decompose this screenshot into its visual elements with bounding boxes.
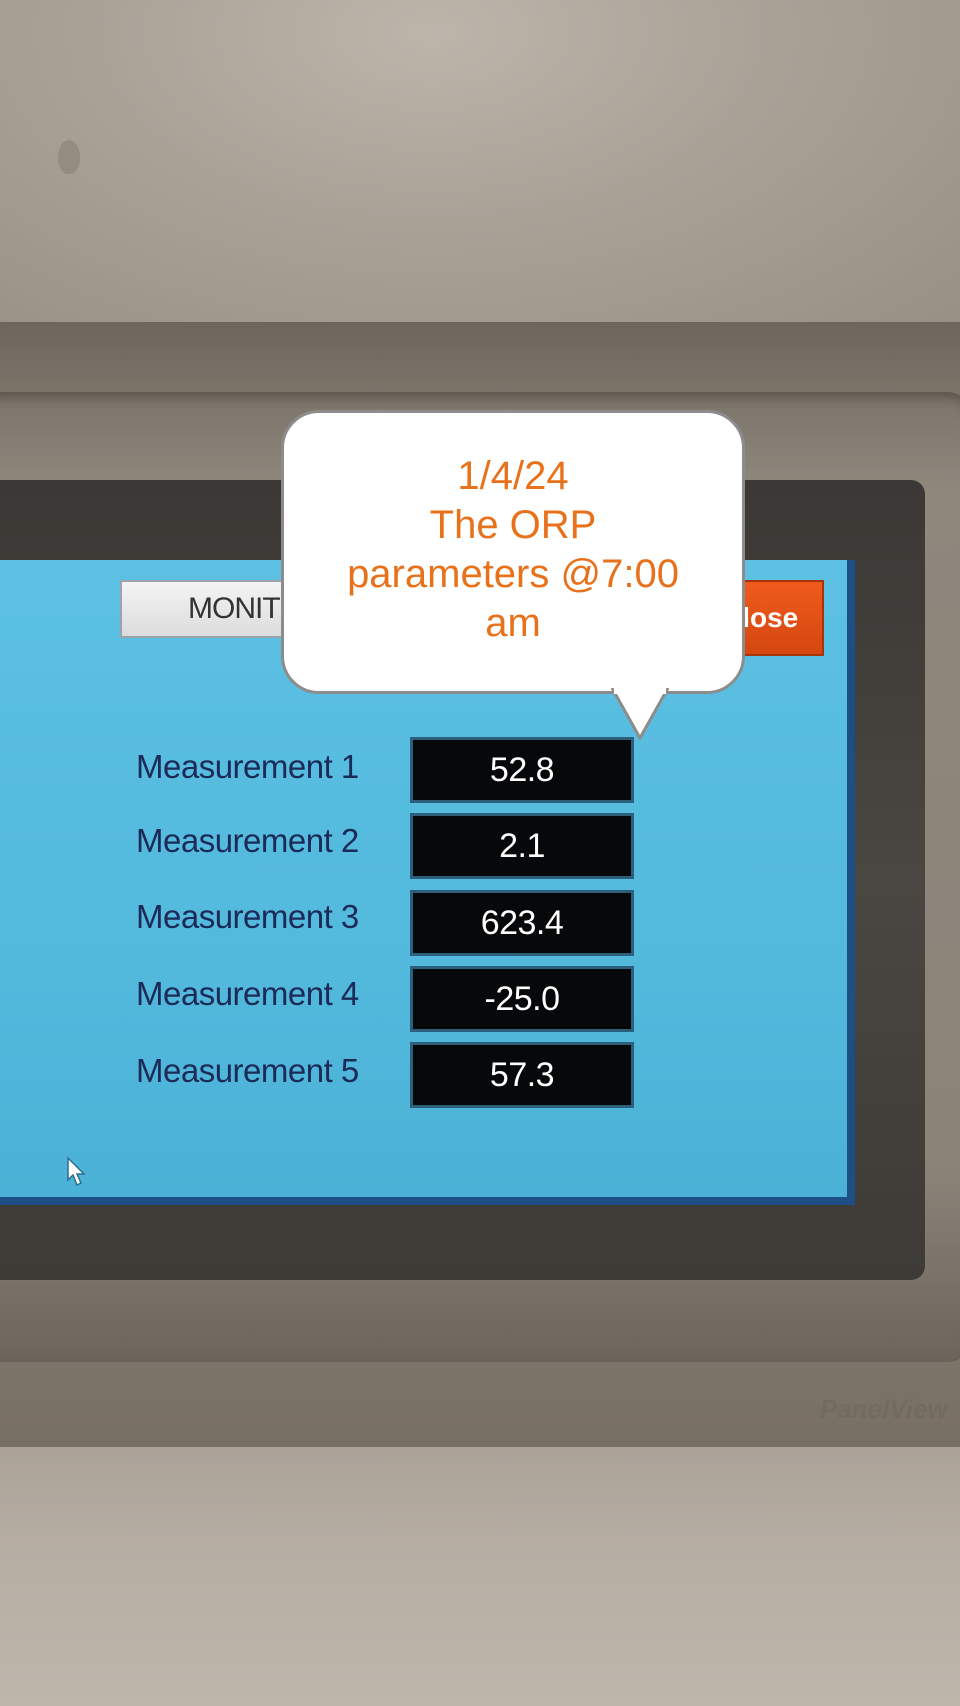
callout-line-2: The ORP — [429, 503, 597, 547]
measurement-4-label: Measurement 4 — [136, 975, 359, 1012]
wall-stain — [58, 140, 80, 174]
callout-line-4: am — [485, 601, 541, 645]
callout-line-3: parameters @7:00 — [347, 552, 679, 596]
measurement-1-value[interactable]: 52.8 — [410, 737, 634, 803]
measurement-1-label: Measurement 1 — [136, 748, 359, 785]
measurement-5-label: Measurement 5 — [136, 1052, 359, 1089]
wall-background-bottom — [0, 1440, 960, 1706]
callout-text: 1/4/24 The ORP parameters @7:00 am — [281, 452, 745, 648]
measurement-2-value[interactable]: 2.1 — [410, 813, 634, 879]
mouse-pointer-icon — [67, 1156, 86, 1187]
wall-background-top — [0, 0, 960, 325]
measurement-2-label: Measurement 2 — [136, 822, 359, 859]
measurement-4-value[interactable]: -25.0 — [410, 966, 634, 1032]
measurement-3-value[interactable]: 623.4 — [410, 890, 634, 956]
callout-tail — [610, 688, 670, 740]
callout-date: 1/4/24 — [457, 454, 569, 498]
panel-logo: PanelView — [820, 1394, 948, 1424]
monitor-button[interactable]: MONIT — [120, 580, 300, 638]
measurement-3-label: Measurement 3 — [136, 898, 359, 935]
measurement-5-value[interactable]: 57.3 — [410, 1042, 634, 1108]
